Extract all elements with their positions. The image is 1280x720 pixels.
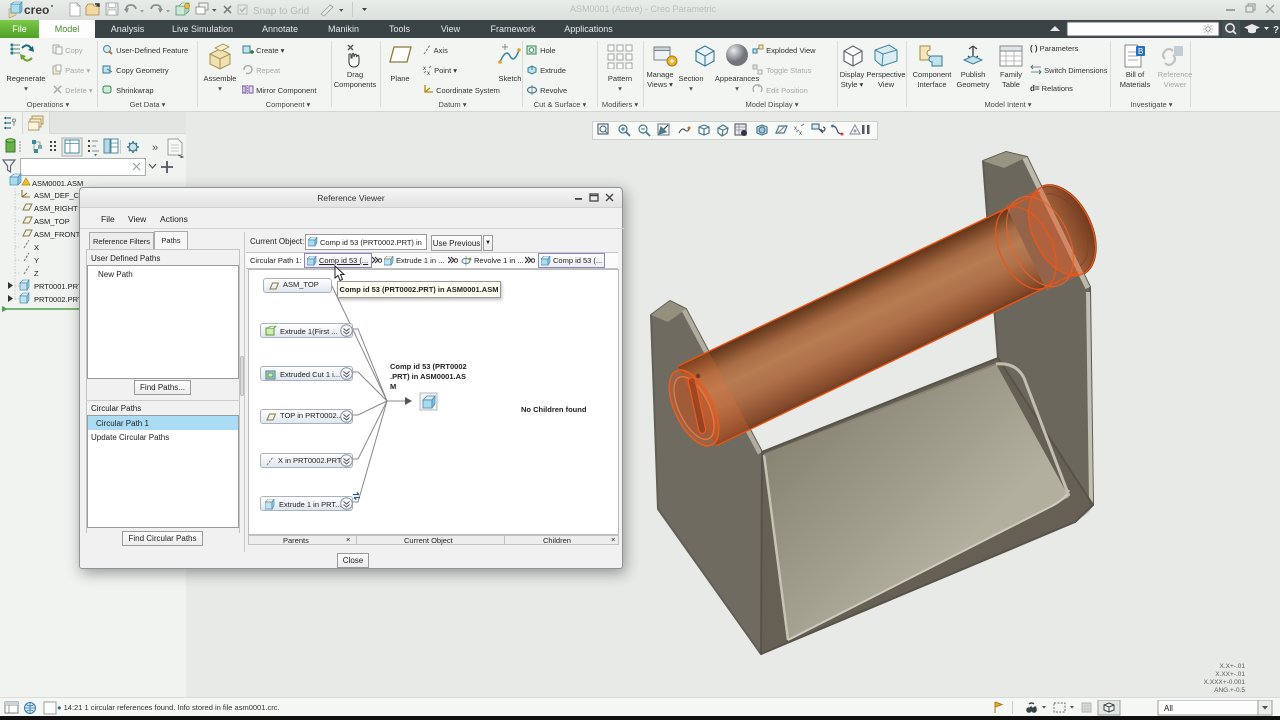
svg-text:PRT0002.PRT: PRT0002.PRT	[34, 295, 83, 304]
svg-text:ANG.+-0.5: ANG.+-0.5	[1214, 687, 1245, 694]
svg-text:All: All	[1164, 704, 1173, 713]
svg-text:Comp id 53 (PRT0002: Comp id 53 (PRT0002	[390, 362, 467, 371]
svg-text:X.X+-.01: X.X+-.01	[1220, 663, 1246, 670]
svg-text:B: B	[1138, 47, 1143, 56]
svg-text:x: x	[427, 71, 430, 75]
svg-text:ASM_DEF_CS: ASM_DEF_CS	[34, 191, 84, 200]
svg-text:X.XX+-.01: X.XX+-.01	[1215, 671, 1245, 678]
svg-text:No Children found: No Children found	[521, 405, 587, 414]
svg-text:M: M	[390, 382, 396, 391]
svg-text:X.XXX+-0.001: X.XXX+-0.001	[1204, 679, 1246, 686]
svg-text:.PRT) in ASM0001.AS: .PRT) in ASM0001.AS	[390, 372, 466, 381]
svg-text:ASM_FRONT: ASM_FRONT	[34, 230, 81, 239]
svg-text:PRT0001.PRT: PRT0001.PRT	[34, 282, 83, 291]
svg-text:?: ?	[1273, 25, 1279, 36]
svg-text:ASM0001.ASM: ASM0001.ASM	[32, 179, 83, 188]
svg-text:creo: creo	[24, 3, 49, 17]
svg-text:ASM_TOP: ASM_TOP	[34, 217, 70, 226]
svg-text:Z: Z	[34, 269, 39, 278]
svg-text:x: x	[423, 66, 426, 72]
svg-text:ASM_RIGHT: ASM_RIGHT	[34, 204, 78, 213]
svg-text:Y: Y	[34, 256, 39, 265]
svg-text:X: X	[34, 243, 39, 252]
svg-text:Snap to Grid: Snap to Grid	[253, 6, 309, 17]
svg-text:x: x	[799, 131, 802, 137]
